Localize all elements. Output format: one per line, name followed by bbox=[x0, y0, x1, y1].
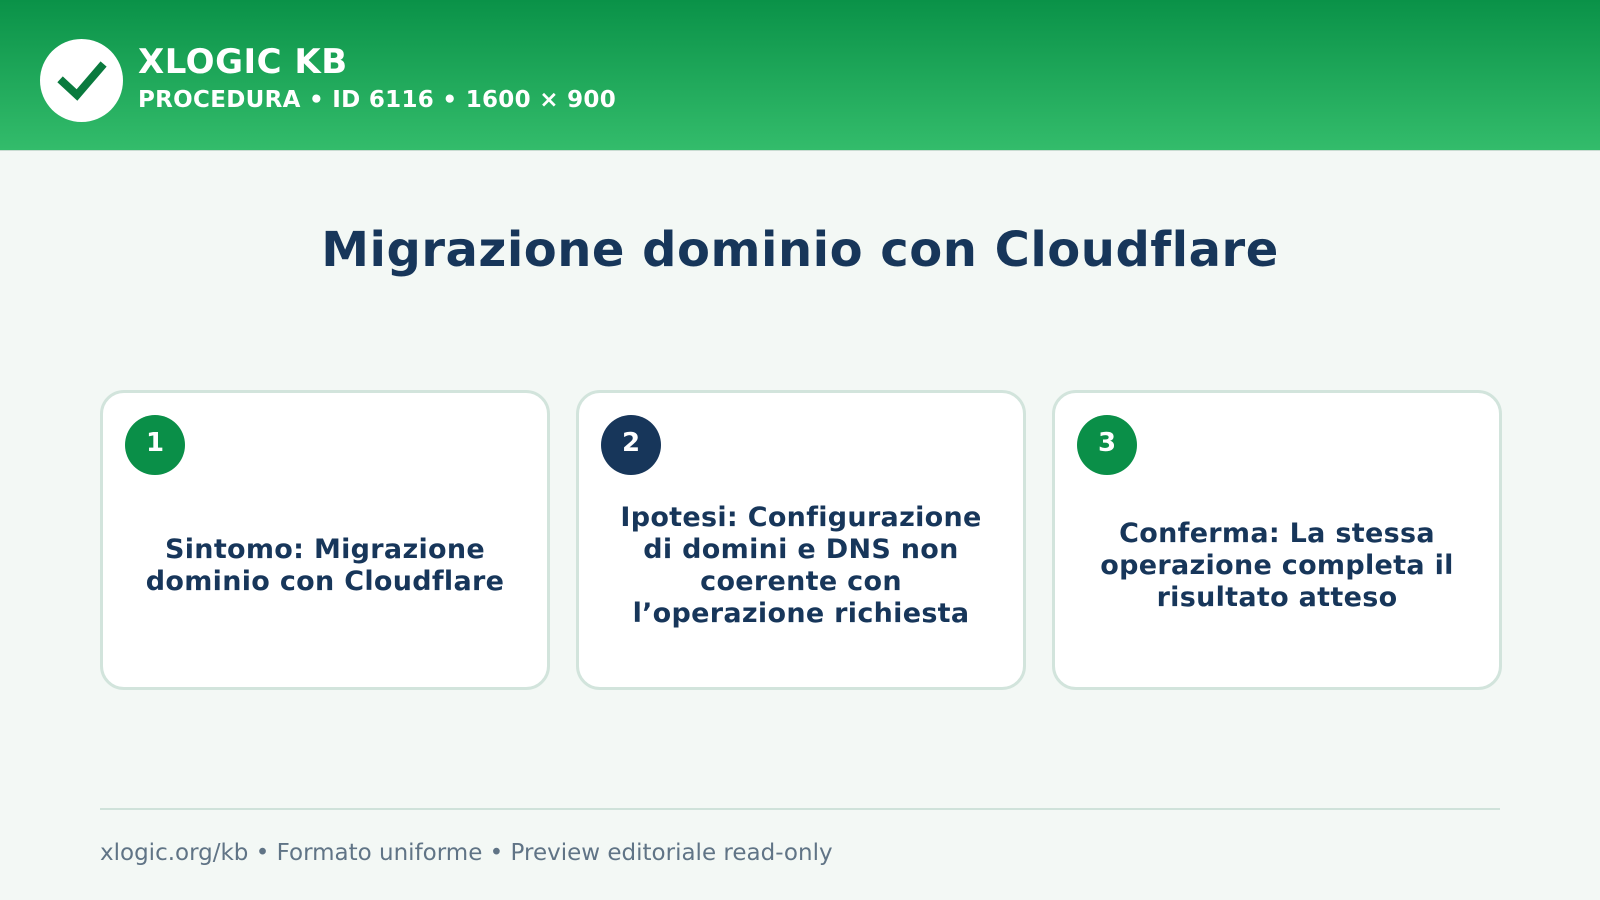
footer-text: xlogic.org/kb • Formato uniforme • Previ… bbox=[100, 840, 833, 866]
step-card-1: 1 Sintomo: Migrazione dominio con Cloudf… bbox=[100, 390, 550, 690]
step-badge: 2 bbox=[601, 415, 661, 475]
step-card-2: 2 Ipotesi: Configurazione di domini e DN… bbox=[576, 390, 1026, 690]
step-text: Ipotesi: Configurazione di domini e DNS … bbox=[620, 502, 982, 629]
header-banner: XLOGIC KB PROCEDURA • ID 6116 • 1600 × 9… bbox=[0, 0, 1600, 151]
step-badge: 1 bbox=[125, 415, 185, 475]
page-title: Migrazione dominio con Cloudflare bbox=[321, 222, 1279, 278]
footer-divider bbox=[100, 808, 1500, 810]
step-text: Sintomo: Migrazione dominio con Cloudfla… bbox=[145, 534, 505, 597]
brand-name: XLOGIC KB bbox=[138, 42, 348, 82]
step-badge: 3 bbox=[1077, 415, 1137, 475]
doc-meta-line: PROCEDURA • ID 6116 • 1600 × 900 bbox=[138, 87, 616, 113]
logo bbox=[40, 39, 123, 122]
step-text: Conferma: La stessa operazione completa … bbox=[1100, 518, 1454, 613]
checkmark-icon bbox=[56, 60, 107, 101]
step-card-3: 3 Conferma: La stessa operazione complet… bbox=[1052, 390, 1502, 690]
step-cards: 1 Sintomo: Migrazione dominio con Cloudf… bbox=[100, 390, 1502, 690]
